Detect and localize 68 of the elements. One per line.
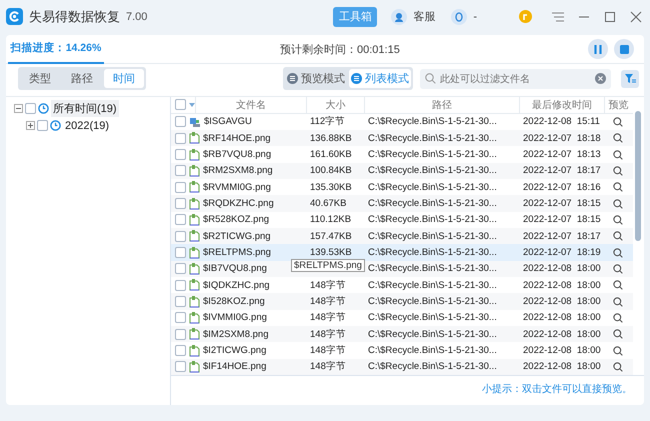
file-name: $R2TICWG.png xyxy=(203,230,271,242)
modified-time: 2022-12-08 15:11 xyxy=(522,116,601,128)
file-name: $IB7VQU8.png xyxy=(203,263,267,274)
version-label: 7.00 xyxy=(126,10,148,22)
file-size: 148字节 xyxy=(309,360,347,374)
modified-time: 2022-12-07 18:17 xyxy=(522,230,602,242)
modified-time: 2022-12-08 18:00 xyxy=(522,312,602,324)
file-size: 110.12KB xyxy=(309,214,352,226)
file-name: $IF14HOE.png xyxy=(203,361,266,372)
file-size: 148字节 xyxy=(309,311,347,324)
file-path: C:\$Recycle.Bin\S-1-5-21-30... xyxy=(367,230,498,242)
file-name: $RF14HOE.png xyxy=(203,132,271,144)
file-name: $RM2SXM8.png xyxy=(203,165,273,176)
modified-time: 2022-12-07 18:13 xyxy=(522,149,602,160)
file-name: $IVMMI0G.png xyxy=(203,312,267,324)
file-size: 139.53KB xyxy=(309,247,353,258)
file-name: $R528KOZ.png xyxy=(203,214,270,226)
modified-time: 2022-12-08 18:00 xyxy=(522,328,602,340)
file-path: C:\$Recycle.Bin\S-1-5-21-30... xyxy=(367,165,498,176)
file-size: 157.47KB xyxy=(309,230,353,242)
file-size: 40.67KB xyxy=(309,198,348,210)
modified-time: 2022-12-08 18:00 xyxy=(522,280,602,291)
modified-time: 2022-12-07 18:16 xyxy=(522,182,602,193)
file-name: $ISGAVGU xyxy=(204,116,252,128)
file-name: $RELTPMS.png xyxy=(203,247,271,258)
file-path: C:\$Recycle.Bin\S-1-5-21-30... xyxy=(367,149,498,160)
file-path: C:\$Recycle.Bin\S-1-5-21-30... xyxy=(367,280,498,291)
modified-time: 2022-12-08 18:00 xyxy=(522,296,602,308)
file-path: C:\$Recycle.Bin\S-1-5-21-30... xyxy=(367,132,498,144)
app-title: 失易得数据恢复 xyxy=(29,8,120,26)
file-path: C:\$Recycle.Bin\S-1-5-21-30... xyxy=(367,361,498,372)
file-name: $I2TICWG.png xyxy=(203,345,266,356)
modified-time: 2022-12-08 18:00 xyxy=(522,263,602,274)
file-size: 148字节 xyxy=(309,328,347,341)
modified-time: 2022-12-07 18:19 xyxy=(522,247,602,258)
file-size: 148字节 xyxy=(309,344,347,357)
file-size: 136.88KB xyxy=(309,132,353,144)
file-size: 112字节 xyxy=(309,115,346,128)
file-path: C:\$Recycle.Bin\S-1-5-21-30... xyxy=(367,214,498,226)
file-path: C:\$Recycle.Bin\S-1-5-21-30... xyxy=(367,345,498,356)
tooltip: $RELTPMS.png xyxy=(291,259,365,272)
remaining-time: 预计剩余时间：00:01:15 xyxy=(280,42,400,56)
file-path: C:\$Recycle.Bin\S-1-5-21-30... xyxy=(367,263,498,274)
modified-time: 2022-12-08 18:00 xyxy=(522,361,602,372)
modified-time: 2022-12-07 18:17 xyxy=(522,165,602,176)
modified-time: 2022-12-07 18:18 xyxy=(522,132,602,144)
file-name: $I528KOZ.png xyxy=(203,296,265,308)
hint-text: 小提示：双击文件可以直接预览。 xyxy=(482,382,632,396)
file-size: 161.60KB xyxy=(309,149,353,160)
file-path: C:\$Recycle.Bin\S-1-5-21-30... xyxy=(367,198,498,210)
file-path: C:\$Recycle.Bin\S-1-5-21-30... xyxy=(367,328,498,340)
modified-time: 2022-12-08 18:00 xyxy=(522,345,602,356)
file-name: $IQDKZHC.png xyxy=(203,280,270,291)
file-size: 148字节 xyxy=(309,295,347,308)
file-size: 135.30KB xyxy=(309,182,353,193)
file-path: C:\$Recycle.Bin\S-1-5-21-30... xyxy=(367,296,498,308)
file-path: C:\$Recycle.Bin\S-1-5-21-30... xyxy=(367,182,498,193)
file-name: $RB7VQU8.png xyxy=(203,149,272,160)
modified-time: 2022-12-07 18:15 xyxy=(522,198,602,210)
file-path: C:\$Recycle.Bin\S-1-5-21-30... xyxy=(367,312,498,324)
file-name: $RVMMI0G.png xyxy=(203,182,271,193)
file-name: $IM2SXM8.png xyxy=(203,328,268,340)
file-size: 100.84KB xyxy=(309,165,353,176)
file-name: $RQDKZHC.png xyxy=(203,198,274,210)
file-path: C:\$Recycle.Bin\S-1-5-21-30... xyxy=(367,116,498,128)
modified-time: 2022-12-07 18:15 xyxy=(522,214,602,226)
file-size: 148字节 xyxy=(309,278,347,292)
file-path: C:\$Recycle.Bin\S-1-5-21-30... xyxy=(367,247,498,258)
